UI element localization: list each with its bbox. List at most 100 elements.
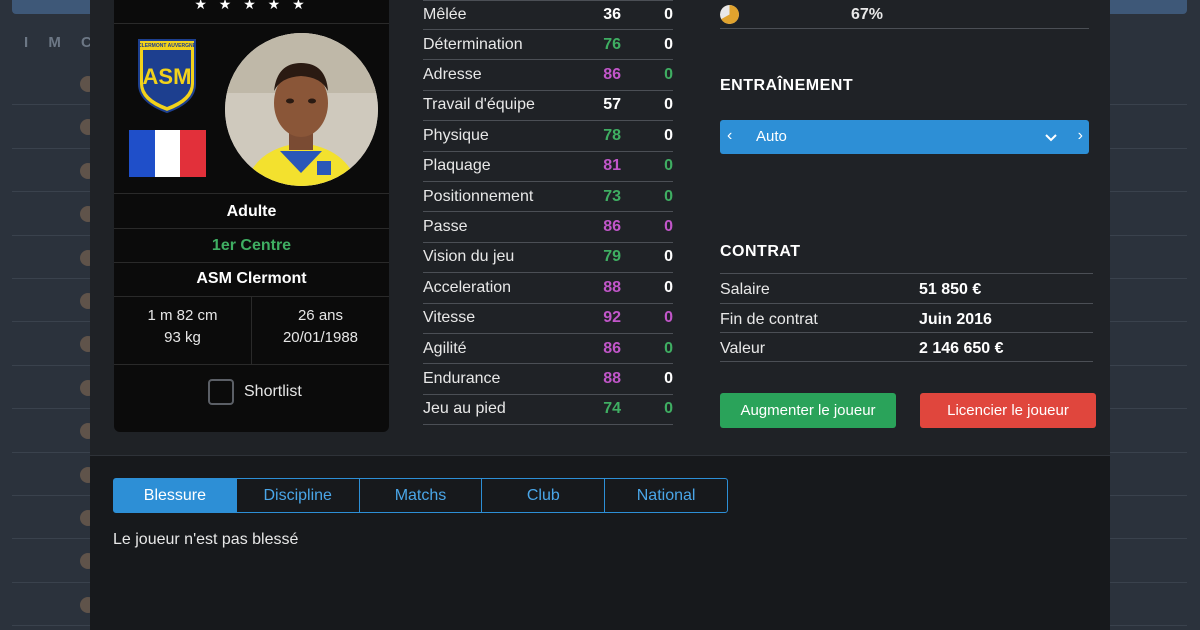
attribute-row: Endurance 88 0 <box>423 364 673 395</box>
age-info: 26 ans 20/01/1988 <box>252 305 389 349</box>
training-title: ENTRAÎNEMENT <box>720 77 854 94</box>
contract-label: Salaire <box>720 281 770 298</box>
attribute-row: Adresse 86 0 <box>423 60 673 91</box>
attribute-delta: 0 <box>664 96 673 114</box>
player-weight: 93 kg <box>164 329 201 346</box>
age-category: Adulte <box>226 203 277 220</box>
attribute-name: Travail d'équipe <box>423 96 535 114</box>
crest-letters: ASM <box>143 64 192 89</box>
attribute-row: Vitesse 92 0 <box>423 304 673 334</box>
card-divider <box>114 193 389 194</box>
attribute-row: Jeu au pied 74 0 <box>423 395 673 426</box>
attribute-delta: 0 <box>664 369 673 387</box>
attribute-name: Acceleration <box>423 278 512 296</box>
attribute-row: Positionnement 73 0 <box>423 182 673 213</box>
contract-row: Salaire 51 850 € <box>720 273 1093 303</box>
attribute-name: Positionnement <box>423 187 534 205</box>
background-header-col-2: M <box>48 34 62 51</box>
player-birthdate: 20/01/1988 <box>282 329 359 346</box>
morale-value: 67% <box>851 6 884 23</box>
contract-value: 51 850 € <box>919 281 982 298</box>
attribute-value: 81 <box>603 157 621 175</box>
player-height: 1 m 82 cm <box>147 307 218 324</box>
attribute-name: Passe <box>423 218 468 236</box>
attribute-row: Physique 78 0 <box>423 121 673 152</box>
attribute-delta: 0 <box>664 400 673 418</box>
attribute-value: 73 <box>603 187 621 205</box>
player-age: 26 ans <box>297 307 344 324</box>
injury-status-text: Le joueur n'est pas blessé <box>113 531 299 548</box>
attributes-list: Mêlée 36 0 Détermination 76 0 Adresse 86 0 Travai… <box>423 0 673 426</box>
card-divider <box>114 228 389 229</box>
attribute-delta: 0 <box>664 339 673 357</box>
attribute-delta: 0 <box>664 35 673 53</box>
attribute-value: 76 <box>603 35 621 53</box>
contract-title: CONTRAT <box>720 243 801 260</box>
physical-info: 1 m 82 cm 93 kg <box>114 305 251 349</box>
attribute-row: Vision du jeu 79 0 <box>423 243 673 274</box>
attribute-row: Acceleration 88 0 <box>423 273 673 304</box>
contract-label: Fin de contrat <box>720 310 818 328</box>
attribute-value: 86 <box>603 218 621 236</box>
attribute-row: Agilité 86 0 <box>423 334 673 365</box>
card-divider <box>114 262 389 263</box>
attribute-value: 36 <box>603 6 621 23</box>
attribute-value: 79 <box>603 248 621 266</box>
attribute-delta: 0 <box>664 6 673 23</box>
increase-player-button[interactable]: Augmenter le joueur <box>720 393 896 428</box>
attribute-delta: 0 <box>664 126 673 144</box>
attribute-delta: 0 <box>664 157 673 175</box>
attribute-row: Détermination 76 0 <box>423 30 673 61</box>
attribute-value: 86 <box>603 339 621 357</box>
flag-france-icon <box>129 130 207 177</box>
contract-table: Salaire 51 850 € Fin de contrat Juin 2016 Va… <box>720 273 1093 362</box>
attribute-name: Vitesse <box>423 309 476 327</box>
attribute-name: Mêlée <box>423 6 467 23</box>
attribute-value: 88 <box>603 369 621 387</box>
attribute-value: 86 <box>603 66 621 84</box>
attribute-row: Passe 86 0 <box>423 212 673 243</box>
attribute-name: Endurance <box>423 369 501 387</box>
tab-matchs[interactable]: Matchs <box>360 479 483 512</box>
attribute-row: Travail d'équipe 57 0 <box>423 91 673 122</box>
player-modal: ★ ★ ★ ★ ★ CLERMONT AUVERGNE ASM Adulte 1… <box>90 0 1110 630</box>
contract-value: 2 146 650 € <box>919 340 1004 357</box>
card-divider <box>114 364 389 365</box>
tab-national[interactable]: National <box>605 479 727 512</box>
shortlist-label: Shortlist <box>244 383 302 400</box>
attribute-name: Physique <box>423 126 489 144</box>
contract-row: Fin de contrat Juin 2016 <box>720 302 1093 333</box>
crest-text: CLERMONT AUVERGNE <box>138 43 197 49</box>
chevron-right-icon[interactable]: › <box>1078 127 1083 145</box>
attribute-value: 92 <box>603 309 621 327</box>
attribute-delta: 0 <box>664 218 673 236</box>
attribute-delta: 0 <box>664 278 673 296</box>
tab-blessure[interactable]: Blessure <box>114 479 237 512</box>
player-card: ★ ★ ★ ★ ★ CLERMONT AUVERGNE ASM Adulte 1… <box>114 0 389 432</box>
tab-club[interactable]: Club <box>482 479 606 512</box>
detail-tabs: Blessure Discipline Matchs Club National <box>113 478 728 513</box>
club-crest-icon: CLERMONT AUVERGNE ASM <box>138 39 197 114</box>
contract-row: Valeur 2 146 650 € <box>720 332 1093 362</box>
player-photo <box>225 33 378 186</box>
morale-pie-icon <box>720 5 739 24</box>
contract-label: Valeur <box>720 340 766 357</box>
attribute-name: Jeu au pied <box>423 400 506 418</box>
attribute-row: Mêlée 36 0 <box>423 0 673 30</box>
attribute-delta: 0 <box>664 66 673 84</box>
attribute-value: 57 <box>603 96 621 114</box>
attribute-value: 88 <box>603 278 621 296</box>
background-header-col-1: I <box>24 34 30 51</box>
chevron-left-icon[interactable]: ‹ <box>727 127 732 145</box>
attribute-name: Agilité <box>423 339 467 357</box>
attribute-value: 74 <box>603 400 621 418</box>
fire-player-button[interactable]: Licencier le joueur <box>920 393 1096 428</box>
training-selected: Auto <box>756 128 787 145</box>
shortlist-toggle[interactable]: Shortlist <box>208 379 302 405</box>
morale-divider <box>720 28 1089 29</box>
shortlist-checkbox[interactable] <box>208 379 234 405</box>
tab-discipline[interactable]: Discipline <box>237 479 360 512</box>
chevron-down-icon[interactable] <box>1045 129 1057 146</box>
training-dropdown[interactable]: ‹ Auto › <box>720 120 1089 154</box>
attribute-value: 78 <box>603 126 621 144</box>
